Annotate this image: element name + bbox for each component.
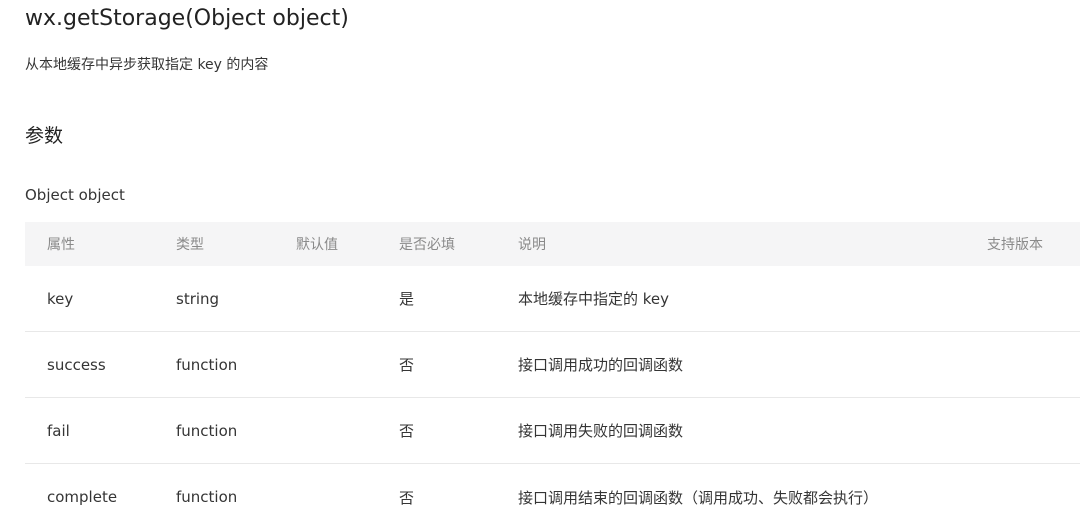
header-version: 支持版本 bbox=[987, 237, 1043, 253]
table-row: success function 否 接口调用成功的回调函数 bbox=[25, 332, 1080, 398]
section-heading-params: 参数 bbox=[25, 125, 64, 147]
cell-name: complete bbox=[47, 488, 118, 506]
cell-type: function bbox=[176, 355, 238, 374]
api-description: 从本地缓存中异步获取指定 key 的内容 bbox=[25, 57, 269, 73]
cell-description: 本地缓存中指定的 key bbox=[518, 290, 670, 308]
header-type: 类型 bbox=[176, 237, 204, 253]
page-title: wx.getStorage(Object object) bbox=[25, 6, 349, 31]
cell-name: fail bbox=[47, 421, 70, 440]
cell-required: 否 bbox=[399, 488, 415, 507]
cell-name: key bbox=[47, 289, 74, 308]
cell-required: 否 bbox=[399, 422, 415, 440]
subsection-heading-object: Object object bbox=[25, 186, 125, 204]
cell-type: string bbox=[176, 289, 220, 308]
cell-description: 接口调用失败的回调函数 bbox=[518, 422, 684, 440]
cell-required: 否 bbox=[399, 356, 415, 374]
header-description: 说明 bbox=[518, 237, 546, 253]
table-row: complete function 否 接口调用结束的回调函数（调用成功、失败都… bbox=[25, 464, 1080, 530]
table-header-row: 属性 类型 默认值 是否必填 说明 支持版本 bbox=[25, 222, 1080, 266]
cell-description: 接口调用成功的回调函数 bbox=[518, 356, 684, 374]
table-row: fail function 否 接口调用失败的回调函数 bbox=[25, 398, 1080, 464]
header-default: 默认值 bbox=[296, 237, 338, 253]
cell-type: function bbox=[176, 421, 238, 440]
table-row: key string 是 本地缓存中指定的 key bbox=[25, 266, 1080, 332]
cell-name: success bbox=[47, 355, 106, 374]
cell-description: 接口调用结束的回调函数（调用成功、失败都会执行） bbox=[518, 488, 879, 507]
params-table: 属性 类型 默认值 是否必填 说明 支持版本 key string 是 本地缓存… bbox=[25, 222, 1080, 530]
header-name: 属性 bbox=[47, 237, 75, 253]
header-required: 是否必填 bbox=[399, 237, 455, 253]
cell-type: function bbox=[176, 488, 238, 506]
cell-required: 是 bbox=[399, 290, 415, 308]
